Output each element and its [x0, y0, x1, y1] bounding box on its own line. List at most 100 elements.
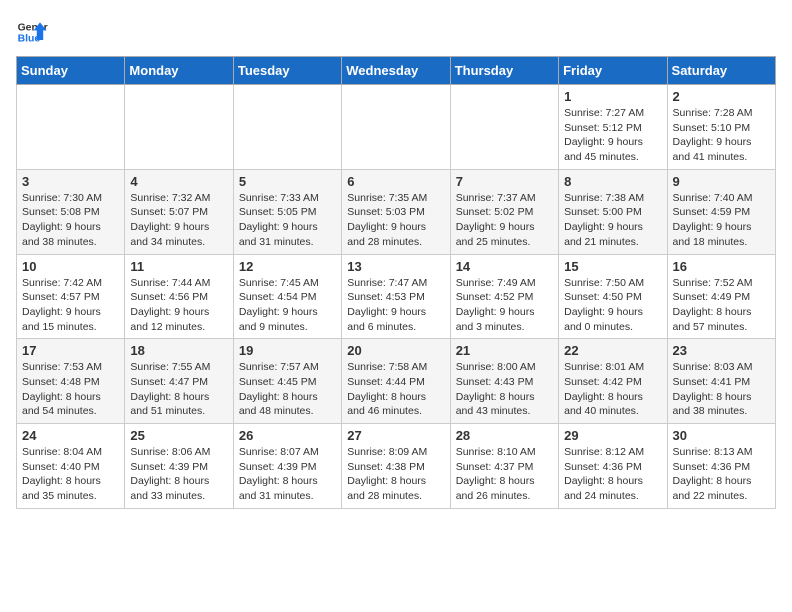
day-number: 16: [673, 259, 770, 274]
calendar-week-row: 10Sunrise: 7:42 AM Sunset: 4:57 PM Dayli…: [17, 254, 776, 339]
calendar-cell: 1 Sunrise: 7:27 AM Sunset: 5:12 PM Daylig…: [559, 85, 667, 170]
calendar-cell: 9 Sunrise: 7:40 AM Sunset: 4:59 PM Daylig…: [667, 169, 775, 254]
calendar-cell: 8Sunrise: 7:38 AM Sunset: 5:00 PM Daylig…: [559, 169, 667, 254]
day-header-monday: Monday: [125, 57, 233, 85]
day-header-friday: Friday: [559, 57, 667, 85]
day-number: 13: [347, 259, 444, 274]
calendar-header-row: SundayMondayTuesdayWednesdayThursdayFrid…: [17, 57, 776, 85]
calendar-cell: 7Sunrise: 7:37 AM Sunset: 5:02 PM Daylig…: [450, 169, 558, 254]
day-number: 30: [673, 428, 770, 443]
calendar-cell: [342, 85, 450, 170]
day-info: Sunrise: 7:27 AM Sunset: 5:12 PM Dayligh…: [564, 106, 661, 165]
calendar-cell: 17 Sunrise: 7:53 AM Sunset: 4:48 PM Dayli…: [17, 339, 125, 424]
calendar-cell: 6 Sunrise: 7:35 AM Sunset: 5:03 PM Daylig…: [342, 169, 450, 254]
day-info: Sunrise: 8:10 AM Sunset: 4:37 PM Dayligh…: [456, 445, 553, 504]
calendar-cell: 4 Sunrise: 7:32 AM Sunset: 5:07 PM Daylig…: [125, 169, 233, 254]
day-info: Sunrise: 7:32 AM Sunset: 5:07 PM Dayligh…: [130, 191, 227, 250]
day-number: 28: [456, 428, 553, 443]
calendar-cell: 3 Sunrise: 7:30 AM Sunset: 5:08 PM Daylig…: [17, 169, 125, 254]
day-number: 9: [673, 174, 770, 189]
day-header-sunday: Sunday: [17, 57, 125, 85]
day-number: 17: [22, 343, 119, 358]
day-number: 1: [564, 89, 661, 104]
calendar-cell: 29 Sunrise: 8:12 AM Sunset: 4:36 PM Dayli…: [559, 424, 667, 509]
calendar-cell: [233, 85, 341, 170]
calendar-cell: 14 Sunrise: 7:49 AM Sunset: 4:52 PM Dayli…: [450, 254, 558, 339]
day-number: 24: [22, 428, 119, 443]
day-info: Sunrise: 7:58 AM Sunset: 4:44 PM Dayligh…: [347, 360, 444, 419]
page-header: General Blue: [16, 16, 776, 48]
day-info: Sunrise: 7:57 AM Sunset: 4:45 PM Dayligh…: [239, 360, 336, 419]
day-number: 6: [347, 174, 444, 189]
day-number: 23: [673, 343, 770, 358]
calendar-cell: 19 Sunrise: 7:57 AM Sunset: 4:45 PM Dayli…: [233, 339, 341, 424]
day-info: Sunrise: 8:04 AM Sunset: 4:40 PM Dayligh…: [22, 445, 119, 504]
day-number: 18: [130, 343, 227, 358]
day-info: Sunrise: 7:35 AM Sunset: 5:03 PM Dayligh…: [347, 191, 444, 250]
day-number: 7: [456, 174, 553, 189]
day-info: Sunrise: 7:40 AM Sunset: 4:59 PM Dayligh…: [673, 191, 770, 250]
calendar-week-row: 17 Sunrise: 7:53 AM Sunset: 4:48 PM Dayli…: [17, 339, 776, 424]
calendar-cell: 18 Sunrise: 7:55 AM Sunset: 4:47 PM Dayli…: [125, 339, 233, 424]
day-info: Sunrise: 7:55 AM Sunset: 4:47 PM Dayligh…: [130, 360, 227, 419]
calendar-cell: 12 Sunrise: 7:45 AM Sunset: 4:54 PM Dayli…: [233, 254, 341, 339]
day-number: 20: [347, 343, 444, 358]
calendar-cell: 11Sunrise: 7:44 AM Sunset: 4:56 PM Dayli…: [125, 254, 233, 339]
calendar-week-row: 3 Sunrise: 7:30 AM Sunset: 5:08 PM Daylig…: [17, 169, 776, 254]
calendar-week-row: 24 Sunrise: 8:04 AM Sunset: 4:40 PM Dayli…: [17, 424, 776, 509]
day-info: Sunrise: 8:03 AM Sunset: 4:41 PM Dayligh…: [673, 360, 770, 419]
day-info: Sunrise: 8:09 AM Sunset: 4:38 PM Dayligh…: [347, 445, 444, 504]
day-number: 10: [22, 259, 119, 274]
day-info: Sunrise: 8:01 AM Sunset: 4:42 PM Dayligh…: [564, 360, 661, 419]
calendar-cell: 13 Sunrise: 7:47 AM Sunset: 4:53 PM Dayli…: [342, 254, 450, 339]
day-number: 22: [564, 343, 661, 358]
day-info: Sunrise: 7:49 AM Sunset: 4:52 PM Dayligh…: [456, 276, 553, 335]
calendar-cell: 24 Sunrise: 8:04 AM Sunset: 4:40 PM Dayli…: [17, 424, 125, 509]
day-number: 2: [673, 89, 770, 104]
day-number: 15: [564, 259, 661, 274]
day-number: 12: [239, 259, 336, 274]
calendar-cell: [450, 85, 558, 170]
day-info: Sunrise: 8:07 AM Sunset: 4:39 PM Dayligh…: [239, 445, 336, 504]
day-number: 19: [239, 343, 336, 358]
day-info: Sunrise: 7:33 AM Sunset: 5:05 PM Dayligh…: [239, 191, 336, 250]
day-number: 29: [564, 428, 661, 443]
calendar-cell: 15 Sunrise: 7:50 AM Sunset: 4:50 PM Dayli…: [559, 254, 667, 339]
calendar-cell: 28 Sunrise: 8:10 AM Sunset: 4:37 PM Dayli…: [450, 424, 558, 509]
day-info: Sunrise: 8:12 AM Sunset: 4:36 PM Dayligh…: [564, 445, 661, 504]
day-info: Sunrise: 7:50 AM Sunset: 4:50 PM Dayligh…: [564, 276, 661, 335]
day-info: Sunrise: 7:45 AM Sunset: 4:54 PM Dayligh…: [239, 276, 336, 335]
calendar-cell: [17, 85, 125, 170]
calendar-cell: 25Sunrise: 8:06 AM Sunset: 4:39 PM Dayli…: [125, 424, 233, 509]
day-info: Sunrise: 7:44 AM Sunset: 4:56 PM Dayligh…: [130, 276, 227, 335]
day-number: 21: [456, 343, 553, 358]
calendar-cell: 26Sunrise: 8:07 AM Sunset: 4:39 PM Dayli…: [233, 424, 341, 509]
day-header-wednesday: Wednesday: [342, 57, 450, 85]
day-header-thursday: Thursday: [450, 57, 558, 85]
day-number: 4: [130, 174, 227, 189]
day-number: 5: [239, 174, 336, 189]
calendar-cell: 22 Sunrise: 8:01 AM Sunset: 4:42 PM Dayli…: [559, 339, 667, 424]
day-number: 3: [22, 174, 119, 189]
day-info: Sunrise: 7:30 AM Sunset: 5:08 PM Dayligh…: [22, 191, 119, 250]
day-info: Sunrise: 7:28 AM Sunset: 5:10 PM Dayligh…: [673, 106, 770, 165]
day-number: 14: [456, 259, 553, 274]
calendar-cell: 27 Sunrise: 8:09 AM Sunset: 4:38 PM Dayli…: [342, 424, 450, 509]
calendar-cell: 21Sunrise: 8:00 AM Sunset: 4:43 PM Dayli…: [450, 339, 558, 424]
day-info: Sunrise: 8:13 AM Sunset: 4:36 PM Dayligh…: [673, 445, 770, 504]
calendar-week-row: 1 Sunrise: 7:27 AM Sunset: 5:12 PM Daylig…: [17, 85, 776, 170]
day-header-saturday: Saturday: [667, 57, 775, 85]
calendar-table: SundayMondayTuesdayWednesdayThursdayFrid…: [16, 56, 776, 509]
day-info: Sunrise: 7:47 AM Sunset: 4:53 PM Dayligh…: [347, 276, 444, 335]
day-info: Sunrise: 7:38 AM Sunset: 5:00 PM Dayligh…: [564, 191, 661, 250]
logo: General Blue: [16, 16, 48, 48]
calendar-cell: [125, 85, 233, 170]
calendar-cell: 30 Sunrise: 8:13 AM Sunset: 4:36 PM Dayli…: [667, 424, 775, 509]
day-number: 25: [130, 428, 227, 443]
logo-icon: General Blue: [16, 16, 48, 48]
calendar-cell: 16 Sunrise: 7:52 AM Sunset: 4:49 PM Dayli…: [667, 254, 775, 339]
day-number: 27: [347, 428, 444, 443]
day-info: Sunrise: 7:52 AM Sunset: 4:49 PM Dayligh…: [673, 276, 770, 335]
calendar-cell: 20 Sunrise: 7:58 AM Sunset: 4:44 PM Dayli…: [342, 339, 450, 424]
day-info: Sunrise: 7:53 AM Sunset: 4:48 PM Dayligh…: [22, 360, 119, 419]
